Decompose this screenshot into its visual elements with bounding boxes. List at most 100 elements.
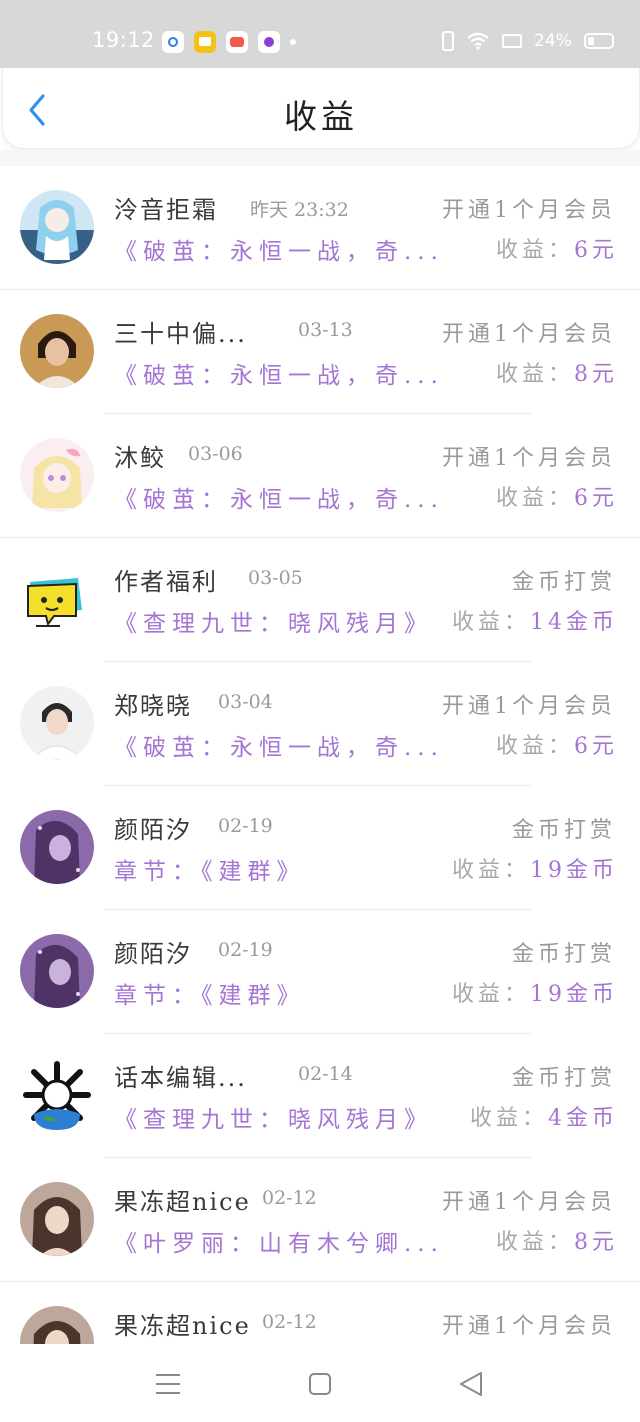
work-title: 章节：《建群》	[114, 859, 306, 885]
list-item[interactable]: 颜陌汐 02-19 金币打赏 章节：《建群》 收益：19金币	[0, 910, 640, 1034]
earning-amount: 收益：4金币	[470, 1100, 618, 1132]
status-bar: 19:12 24%	[0, 0, 640, 68]
list-item[interactable]: 作者福利 03-05 金币打赏 《查理九世：晓风残月》 收益：14金币	[0, 538, 640, 662]
earning-label: 收益：	[495, 238, 574, 263]
earning-value: 19金币	[530, 858, 618, 883]
status-time: 19:12	[92, 28, 156, 52]
more-notifications-dot-icon	[290, 39, 296, 45]
earning-label: 收益：	[495, 734, 574, 759]
earning-type: 开通1个月会员	[442, 198, 616, 223]
earning-type: 开通1个月会员	[442, 1190, 616, 1215]
app-notification-icon	[194, 31, 216, 53]
earning-value: 6元	[574, 734, 618, 759]
list-item[interactable]: 三十中偏... 03-13 开通1个月会员 《破茧：永恒一战，奇... 收益：8…	[0, 290, 640, 414]
record-date: 02-19	[218, 939, 273, 961]
avatar	[20, 1306, 94, 1344]
user-name: 颜陌汐	[114, 816, 192, 844]
earning-value: 6元	[574, 238, 618, 263]
earning-amount: 收益：8元	[496, 356, 618, 388]
earning-type: 开通1个月会员	[442, 694, 616, 719]
system-nav-bar	[0, 1344, 640, 1422]
avatar	[20, 934, 94, 1008]
earning-type: 开通1个月会员	[442, 1314, 616, 1339]
record-date: 02-12	[262, 1187, 317, 1209]
earning-value: 14金币	[530, 610, 618, 635]
record-date: 02-12	[262, 1311, 317, 1333]
earning-amount: 收益：6元	[496, 728, 618, 760]
app-notification-icon	[258, 31, 280, 53]
work-title: 《叶罗丽：山有木兮卿...	[114, 1231, 444, 1257]
earning-type: 金币打赏	[511, 942, 616, 967]
battery-percent: 24%	[534, 31, 572, 51]
avatar	[20, 314, 94, 388]
user-name: 话本编辑...	[114, 1064, 247, 1092]
work-title: 《查理九世：晓风残月》	[114, 1107, 433, 1133]
record-date: 昨天 23:32	[250, 199, 349, 221]
earning-value: 4金币	[548, 1106, 618, 1131]
user-name: 果冻超nice	[114, 1188, 251, 1216]
list-item[interactable]: 话本编辑... 02-14 金币打赏 《查理九世：晓风残月》 收益：4金币	[0, 1034, 640, 1158]
record-date: 03-05	[248, 567, 303, 589]
earning-value: 19金币	[530, 982, 618, 1007]
earning-value: 8元	[574, 362, 618, 387]
earning-amount: 收益：14金币	[452, 604, 618, 636]
work-title: 《破茧：永恒一战，奇...	[114, 487, 444, 513]
work-title: 《破茧：永恒一战，奇...	[114, 239, 444, 265]
avatar	[20, 1182, 94, 1256]
list-item[interactable]: 颜陌汐 02-19 金币打赏 章节：《建群》 收益：19金币	[0, 786, 640, 910]
home-square-icon	[309, 1373, 331, 1395]
record-date: 02-19	[218, 815, 273, 837]
user-name: 沐鲛	[114, 444, 166, 472]
earning-value: 8元	[574, 1230, 618, 1255]
back-triangle-icon	[460, 1372, 482, 1396]
list-item[interactable]: 泠音拒霜 昨天 23:32 开通1个月会员 《破茧：永恒一战，奇... 收益：6…	[0, 166, 640, 290]
top-app-bar: 收益	[2, 68, 640, 149]
record-date: 03-04	[218, 691, 273, 713]
menu-icon	[156, 1374, 180, 1394]
list-item[interactable]: 郑晓晓 03-04 开通1个月会员 《破茧：永恒一战，奇... 收益：6元	[0, 662, 640, 786]
work-title: 《破茧：永恒一战，奇...	[114, 735, 444, 761]
avatar	[20, 438, 94, 512]
earning-type: 金币打赏	[511, 818, 616, 843]
record-date: 03-06	[188, 443, 243, 465]
list-item[interactable]: 果冻超nice 02-12 开通1个月会员 《叶罗丽：山有木兮卿... 收益：8…	[0, 1158, 640, 1282]
user-name: 颜陌汐	[114, 940, 192, 968]
user-name: 泠音拒霜	[114, 196, 218, 224]
recent-apps-button[interactable]	[148, 1368, 188, 1400]
avatar	[20, 562, 94, 636]
wifi-icon	[466, 32, 490, 50]
status-indicators: 24%	[442, 31, 614, 51]
app-notification-icon	[226, 31, 248, 53]
list-item[interactable]: 果冻超nice 02-12 开通1个月会员	[0, 1282, 640, 1344]
avatar	[20, 810, 94, 884]
avatar	[20, 686, 94, 760]
earning-label: 收益：	[451, 982, 530, 1007]
work-title: 章节：《建群》	[114, 983, 306, 1009]
home-button[interactable]	[300, 1368, 340, 1400]
user-name: 三十中偏...	[114, 320, 247, 348]
work-title: 《查理九世：晓风残月》	[114, 611, 433, 637]
user-name: 郑晓晓	[114, 692, 192, 720]
earning-type: 金币打赏	[511, 1066, 616, 1091]
earning-amount: 收益：8元	[496, 1224, 618, 1256]
earning-label: 收益：	[451, 858, 530, 883]
earning-type: 金币打赏	[511, 570, 616, 595]
avatar	[20, 190, 94, 264]
work-title: 《破茧：永恒一战，奇...	[114, 363, 444, 389]
record-date: 02-14	[298, 1063, 353, 1085]
battery-icon	[583, 33, 614, 49]
earning-label: 收益：	[495, 362, 574, 387]
user-name: 果冻超nice	[114, 1312, 251, 1340]
notification-icons	[162, 31, 296, 53]
earnings-list[interactable]: 泠音拒霜 昨天 23:32 开通1个月会员 《破茧：永恒一战，奇... 收益：6…	[0, 166, 640, 1344]
earning-type: 开通1个月会员	[442, 446, 616, 471]
header-spacer	[0, 150, 640, 166]
list-item[interactable]: 沐鲛 03-06 开通1个月会员 《破茧：永恒一战，奇... 收益：6元	[0, 414, 640, 538]
vibrate-icon	[442, 31, 454, 51]
earning-value: 6元	[574, 486, 618, 511]
nav-back-button[interactable]	[452, 1368, 492, 1400]
earning-label: 收益：	[451, 610, 530, 635]
app-notification-icon	[162, 31, 184, 53]
record-date: 03-13	[298, 319, 353, 341]
earning-amount: 收益：19金币	[452, 852, 618, 884]
